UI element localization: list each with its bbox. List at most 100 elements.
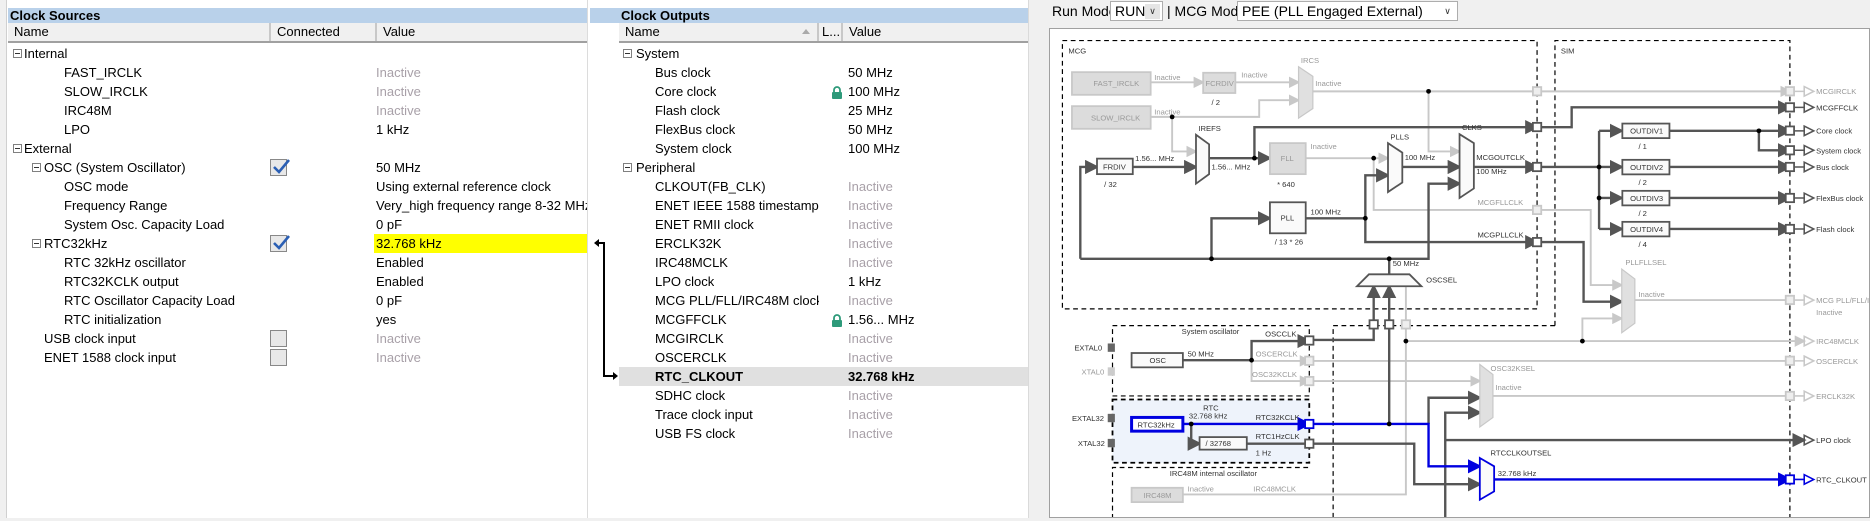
output-lpo-clock[interactable]: LPO clock: [1816, 436, 1851, 445]
ircs-state: Inactive: [1315, 79, 1341, 88]
ircs-label: IRCS: [1301, 56, 1319, 65]
row-value: 50 MHz: [848, 64, 893, 80]
clock-sources-title: Clock Sources: [8, 8, 588, 23]
tree-row[interactable]: ENET 1588 clock input Inactive: [7, 348, 588, 367]
row-value: Inactive: [848, 330, 893, 346]
xtal0-pin-icon[interactable]: [1107, 367, 1115, 376]
row-name: MCG PLL/FLL/IRC48M clock: [655, 292, 819, 308]
tree-row[interactable]: Core clock 100 MHz: [619, 82, 1028, 101]
collapse-toggle-icon[interactable]: [32, 238, 41, 248]
tree-row[interactable]: ENET IEEE 1588 timestamp cloc Inactive: [619, 196, 1028, 215]
clock-diagram-canvas[interactable]: MCG SIM FAST_IRCLK SLOW_IRCLK Inactive I…: [1049, 28, 1870, 518]
tree-row[interactable]: RTC 32kHz oscillator Enabled: [7, 253, 588, 272]
tree-row[interactable]: RTC32KCLK output Enabled: [7, 272, 588, 291]
tree-row[interactable]: SDHC clock Inactive: [619, 386, 1028, 405]
column-value[interactable]: Value: [377, 23, 588, 41]
collapse-toggle-icon[interactable]: [623, 48, 632, 58]
extal32-pin-icon[interactable]: [1107, 413, 1115, 423]
output-core-clock[interactable]: Core clock: [1816, 127, 1852, 136]
tree-row[interactable]: MCGFFCLK 1.56... MHz: [619, 310, 1028, 329]
column-lock[interactable]: L...: [819, 23, 843, 41]
tree-row[interactable]: OSCERCLK Inactive: [619, 348, 1028, 367]
row-value: 0 pF: [376, 292, 403, 308]
tree-row[interactable]: OSC (System Oscillator) 50 MHz: [7, 158, 588, 177]
run-mode-select[interactable]: RUN ∨: [1110, 1, 1163, 21]
collapse-toggle-icon[interactable]: [13, 143, 22, 153]
tree-row[interactable]: MCGIRCLK Inactive: [619, 329, 1028, 348]
outdiv4-label: OUTDIV4: [1630, 225, 1664, 234]
output-bus-clock[interactable]: Bus clock: [1816, 163, 1849, 172]
tree-row[interactable]: RTC_CLKOUT 32.768 kHz: [619, 366, 1028, 386]
output-mcg-pll-fll-irc48m[interactable]: MCG PLL/FLL/IR: [1816, 296, 1870, 305]
osc32ksel-mux[interactable]: [1479, 363, 1494, 429]
column-name[interactable]: Name: [8, 23, 271, 41]
tree-row[interactable]: USB FS clock Inactive: [619, 424, 1028, 443]
pllfllsel-mux[interactable]: [1621, 267, 1636, 334]
tree-row[interactable]: ENET RMII clock Inactive: [619, 215, 1028, 234]
tree-row[interactable]: CLKOUT(FB_CLK) Inactive: [619, 177, 1028, 196]
connected-checkbox[interactable]: [270, 348, 287, 366]
output-flexbus-clock[interactable]: FlexBus clock: [1816, 194, 1863, 203]
tree-row[interactable]: SLOW_IRCLK Inactive: [7, 82, 588, 101]
tree-row[interactable]: LPO clock 1 kHz: [619, 272, 1028, 291]
irc48m-state: Inactive: [1188, 484, 1214, 493]
tree-row[interactable]: IRC48MCLK Inactive: [619, 253, 1028, 272]
connected-checkbox[interactable]: [270, 234, 290, 252]
output-irc48mclk[interactable]: IRC48MCLK: [1816, 337, 1859, 346]
tree-group[interactable]: Peripheral: [619, 158, 1028, 177]
clks-label: CLKS: [1462, 123, 1482, 132]
output-oscerclk[interactable]: OSCERCLK: [1816, 357, 1858, 366]
tree-row[interactable]: Trace clock input Inactive: [619, 405, 1028, 424]
tree-row[interactable]: FAST_IRCLK Inactive: [7, 63, 588, 82]
irefs-mux[interactable]: [1195, 133, 1211, 186]
tree-row[interactable]: RTC32kHz 32.768 kHz: [7, 233, 588, 253]
tree-row[interactable]: System Osc. Capacity Load 0 pF: [7, 215, 588, 234]
row-value: Inactive: [848, 425, 893, 441]
output-flash-clock[interactable]: Flash clock: [1816, 225, 1854, 234]
tree-row[interactable]: FlexBus clock 50 MHz: [619, 120, 1028, 139]
tree-row[interactable]: Flash clock 25 MHz: [619, 101, 1028, 120]
ircs-mux[interactable]: [1297, 65, 1314, 120]
tree-row[interactable]: System clock 100 MHz: [619, 139, 1028, 158]
oscsel-mux[interactable]: [1354, 273, 1424, 288]
lock-icon[interactable]: [831, 85, 843, 99]
sort-ascending-icon: [802, 29, 810, 34]
tree-row[interactable]: RTC initialization yes: [7, 310, 588, 329]
output-mcgirclk[interactable]: MCGIRCLK: [1816, 87, 1856, 96]
tree-row[interactable]: OSC mode Using external reference clock: [7, 177, 588, 196]
tree-row[interactable]: Bus clock 50 MHz: [619, 63, 1028, 82]
tree-row[interactable]: MCG PLL/FLL/IRC48M clock Inactive: [619, 291, 1028, 310]
rtcclkoutsel-mux[interactable]: [1478, 456, 1496, 502]
row-name: SDHC clock: [655, 387, 726, 403]
tree-row[interactable]: LPO 1 kHz: [7, 120, 588, 139]
collapse-toggle-icon[interactable]: [623, 162, 632, 172]
row-name: MCGIRCLK: [655, 330, 724, 346]
connected-checkbox[interactable]: [270, 158, 290, 176]
column-value[interactable]: Value: [843, 23, 1028, 41]
collapse-toggle-icon[interactable]: [32, 162, 41, 172]
tree-row[interactable]: USB clock input Inactive: [7, 329, 588, 348]
xtal32-pin-icon[interactable]: [1107, 438, 1115, 448]
tree-row[interactable]: RTC Oscillator Capacity Load 0 pF: [7, 291, 588, 310]
output-rtc-clkout[interactable]: RTC_CLKOUT: [1816, 475, 1867, 484]
clks-mux[interactable]: [1458, 132, 1475, 200]
tree-group[interactable]: External: [7, 139, 588, 158]
connected-checkbox[interactable]: [270, 329, 287, 347]
lock-icon[interactable]: [831, 313, 843, 327]
output-erclk32k[interactable]: ERCLK32K: [1816, 392, 1855, 401]
tree-group[interactable]: Internal: [7, 44, 588, 63]
splitter[interactable]: [1028, 0, 1042, 518]
plls-mux[interactable]: [1387, 141, 1404, 194]
mcg-mode-select[interactable]: PEE (PLL Engaged External) ∨: [1237, 1, 1458, 21]
tree-row[interactable]: ERCLK32K Inactive: [619, 234, 1028, 253]
row-value: 0 pF: [376, 216, 403, 232]
extal0-pin-icon[interactable]: [1107, 343, 1115, 352]
output-system-clock[interactable]: System clock: [1816, 146, 1861, 155]
tree-group[interactable]: System: [619, 44, 1028, 63]
tree-row[interactable]: IRC48M Inactive: [7, 101, 588, 120]
column-name[interactable]: Name: [619, 23, 819, 41]
column-connected[interactable]: Connected: [271, 23, 377, 41]
tree-row[interactable]: Frequency Range Very_high frequency range…: [7, 196, 591, 215]
output-mcgffclk[interactable]: MCGFFCLK: [1816, 103, 1858, 112]
collapse-toggle-icon[interactable]: [13, 48, 22, 58]
